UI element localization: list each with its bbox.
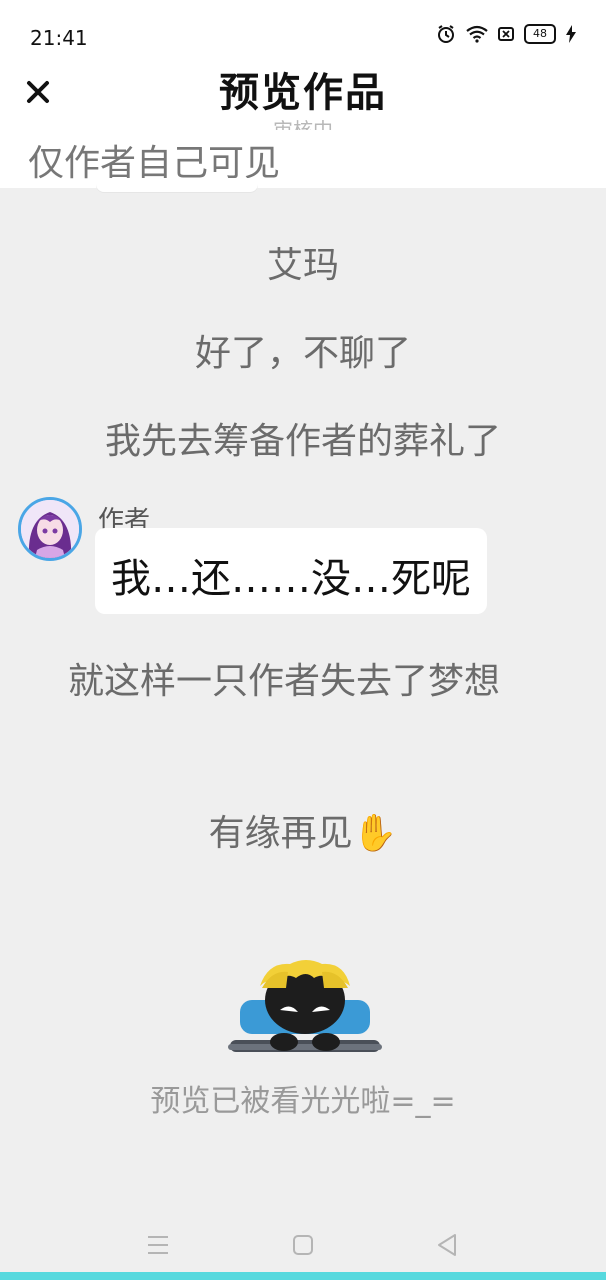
bottom-accent-strip <box>0 1272 606 1280</box>
status-time: 21:41 <box>30 26 88 50</box>
header: 预览作品 审核中 仅作者自己可见 <box>0 58 606 192</box>
narration-line: 我先去筹备作者的葬礼了 <box>104 421 501 462</box>
charging-icon <box>566 25 576 43</box>
back-button[interactable] <box>432 1230 462 1260</box>
dialogue-bubble: 我…还……没…死呢 <box>95 528 487 614</box>
alarm-icon <box>436 24 456 44</box>
system-nav-bar <box>0 1220 606 1272</box>
status-hint: 审核中 <box>273 118 333 130</box>
menu-icon <box>148 1236 168 1254</box>
page-title: 预览作品 <box>219 70 387 116</box>
farewell-line: 有缘再见✋ <box>208 813 398 854</box>
narration-line: 好了，不聊了 <box>194 333 411 374</box>
status-icons: 48 <box>436 24 576 44</box>
back-icon <box>438 1234 456 1256</box>
sim-off-icon <box>498 26 514 42</box>
narration-line: 艾玛 <box>266 245 339 286</box>
mascot-illustration <box>228 960 382 1052</box>
narration-paragraph: 就这样一只作者失去了梦想 <box>68 661 501 702</box>
avatar[interactable] <box>18 497 82 561</box>
home-button[interactable] <box>288 1230 318 1260</box>
battery-icon: 48 <box>524 24 556 44</box>
bubble-edge <box>96 178 258 192</box>
menu-button[interactable] <box>143 1230 173 1260</box>
wifi-icon <box>466 25 488 43</box>
end-notice: 预览已被看光光啦=_= <box>150 1084 456 1119</box>
avatar-image <box>21 500 79 558</box>
home-icon <box>293 1235 313 1255</box>
dialogue-text: 我…还……没…死呢 <box>111 556 471 602</box>
